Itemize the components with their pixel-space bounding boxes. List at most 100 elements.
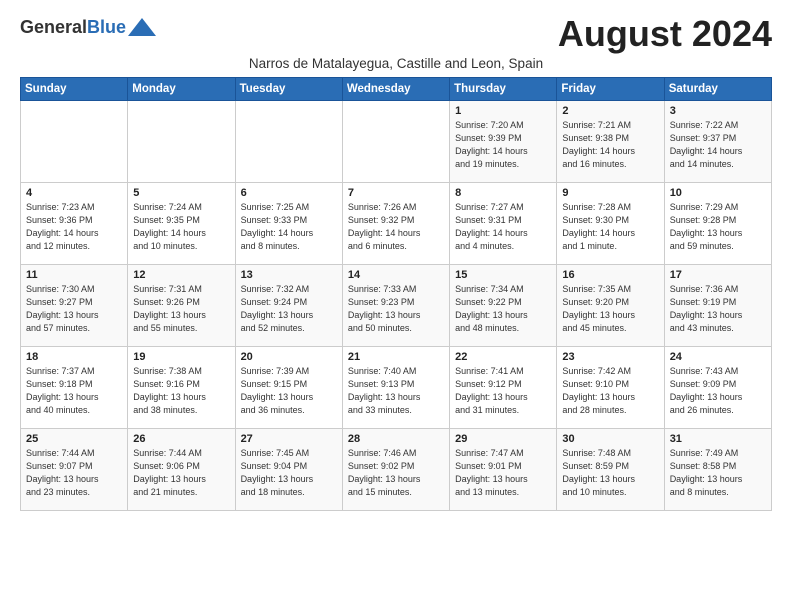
day-cell: 15 Sunrise: 7:34 AM Sunset: 9:22 PM Dayli… bbox=[450, 265, 557, 347]
day-cell: 16 Sunrise: 7:35 AM Sunset: 9:20 PM Dayli… bbox=[557, 265, 664, 347]
day-info: Sunrise: 7:33 AM Sunset: 9:23 PM Dayligh… bbox=[348, 283, 444, 335]
day-cell: 31 Sunrise: 7:49 AM Sunset: 8:58 PM Dayli… bbox=[664, 429, 771, 511]
day-info: Sunrise: 7:29 AM Sunset: 9:28 PM Dayligh… bbox=[670, 201, 766, 253]
day-cell: 1 Sunrise: 7:20 AM Sunset: 9:39 PM Daylig… bbox=[450, 101, 557, 183]
day-cell: 17Sunrise: 7:36 AM Sunset: 9:19 PM Dayli… bbox=[664, 265, 771, 347]
day-cell bbox=[342, 101, 449, 183]
day-cell bbox=[21, 101, 128, 183]
col-tuesday: Tuesday bbox=[235, 78, 342, 101]
day-cell bbox=[235, 101, 342, 183]
day-cell: 5 Sunrise: 7:24 AM Sunset: 9:35 PM Daylig… bbox=[128, 183, 235, 265]
day-cell: 8 Sunrise: 7:27 AM Sunset: 9:31 PM Daylig… bbox=[450, 183, 557, 265]
day-info: Sunrise: 7:27 AM Sunset: 9:31 PM Dayligh… bbox=[455, 201, 551, 253]
day-cell: 25 Sunrise: 7:44 AM Sunset: 9:07 PM Dayli… bbox=[21, 429, 128, 511]
day-number: 3 bbox=[670, 105, 766, 117]
col-saturday: Saturday bbox=[664, 78, 771, 101]
month-title: August 2024 bbox=[558, 16, 772, 52]
day-info: Sunrise: 7:48 AM Sunset: 8:59 PM Dayligh… bbox=[562, 447, 658, 499]
day-number: 26 bbox=[133, 433, 229, 445]
day-number: 15 bbox=[455, 269, 551, 281]
day-info: Sunrise: 7:34 AM Sunset: 9:22 PM Dayligh… bbox=[455, 283, 551, 335]
day-number: 21 bbox=[348, 351, 444, 363]
day-cell: 11Sunrise: 7:30 AM Sunset: 9:27 PM Dayli… bbox=[21, 265, 128, 347]
calendar-table: Sunday Monday Tuesday Wednesday Thursday… bbox=[20, 77, 772, 511]
day-cell bbox=[128, 101, 235, 183]
day-number: 17 bbox=[670, 269, 766, 281]
day-cell: 9 Sunrise: 7:28 AM Sunset: 9:30 PM Daylig… bbox=[557, 183, 664, 265]
day-number: 7 bbox=[348, 187, 444, 199]
day-cell: 14 Sunrise: 7:33 AM Sunset: 9:23 PM Dayli… bbox=[342, 265, 449, 347]
day-info: Sunrise: 7:21 AM Sunset: 9:38 PM Dayligh… bbox=[562, 119, 658, 171]
day-info: Sunrise: 7:28 AM Sunset: 9:30 PM Dayligh… bbox=[562, 201, 658, 253]
page: GeneralBlue August 2024 Narros de Matala… bbox=[0, 0, 792, 521]
day-info: Sunrise: 7:25 AM Sunset: 9:33 PM Dayligh… bbox=[241, 201, 337, 253]
day-number: 14 bbox=[348, 269, 444, 281]
day-number: 16 bbox=[562, 269, 658, 281]
week-row-3: 11Sunrise: 7:30 AM Sunset: 9:27 PM Dayli… bbox=[21, 265, 772, 347]
day-number: 31 bbox=[670, 433, 766, 445]
day-info: Sunrise: 7:22 AM Sunset: 9:37 PM Dayligh… bbox=[670, 119, 766, 171]
subtitle: Narros de Matalayegua, Castille and Leon… bbox=[20, 56, 772, 71]
day-number: 25 bbox=[26, 433, 122, 445]
day-number: 2 bbox=[562, 105, 658, 117]
day-cell: 29 Sunrise: 7:47 AM Sunset: 9:01 PM Dayli… bbox=[450, 429, 557, 511]
day-info: Sunrise: 7:30 AM Sunset: 9:27 PM Dayligh… bbox=[26, 283, 122, 335]
day-info: Sunrise: 7:40 AM Sunset: 9:13 PM Dayligh… bbox=[348, 365, 444, 417]
day-number: 24 bbox=[670, 351, 766, 363]
day-number: 1 bbox=[455, 105, 551, 117]
day-number: 20 bbox=[241, 351, 337, 363]
day-info: Sunrise: 7:44 AM Sunset: 9:07 PM Dayligh… bbox=[26, 447, 122, 499]
day-cell: 3 Sunrise: 7:22 AM Sunset: 9:37 PM Daylig… bbox=[664, 101, 771, 183]
day-number: 18 bbox=[26, 351, 122, 363]
day-cell: 10 Sunrise: 7:29 AM Sunset: 9:28 PM Dayli… bbox=[664, 183, 771, 265]
day-info: Sunrise: 7:20 AM Sunset: 9:39 PM Dayligh… bbox=[455, 119, 551, 171]
day-cell: 24Sunrise: 7:43 AM Sunset: 9:09 PM Dayli… bbox=[664, 347, 771, 429]
day-cell: 6Sunrise: 7:25 AM Sunset: 9:33 PM Daylig… bbox=[235, 183, 342, 265]
header-row: Sunday Monday Tuesday Wednesday Thursday… bbox=[21, 78, 772, 101]
day-number: 8 bbox=[455, 187, 551, 199]
day-number: 10 bbox=[670, 187, 766, 199]
day-cell: 7 Sunrise: 7:26 AM Sunset: 9:32 PM Daylig… bbox=[342, 183, 449, 265]
day-number: 5 bbox=[133, 187, 229, 199]
day-info: Sunrise: 7:41 AM Sunset: 9:12 PM Dayligh… bbox=[455, 365, 551, 417]
day-cell: 20Sunrise: 7:39 AM Sunset: 9:15 PM Dayli… bbox=[235, 347, 342, 429]
day-number: 27 bbox=[241, 433, 337, 445]
day-number: 4 bbox=[26, 187, 122, 199]
col-sunday: Sunday bbox=[21, 78, 128, 101]
day-cell: 13 Sunrise: 7:32 AM Sunset: 9:24 PM Dayli… bbox=[235, 265, 342, 347]
day-info: Sunrise: 7:24 AM Sunset: 9:35 PM Dayligh… bbox=[133, 201, 229, 253]
day-cell: 21 Sunrise: 7:40 AM Sunset: 9:13 PM Dayli… bbox=[342, 347, 449, 429]
logo: GeneralBlue bbox=[20, 16, 156, 38]
header: GeneralBlue August 2024 bbox=[20, 16, 772, 52]
day-number: 13 bbox=[241, 269, 337, 281]
day-number: 9 bbox=[562, 187, 658, 199]
logo-general: GeneralBlue bbox=[20, 18, 126, 36]
day-number: 30 bbox=[562, 433, 658, 445]
day-number: 23 bbox=[562, 351, 658, 363]
day-info: Sunrise: 7:32 AM Sunset: 9:24 PM Dayligh… bbox=[241, 283, 337, 335]
day-cell: 22Sunrise: 7:41 AM Sunset: 9:12 PM Dayli… bbox=[450, 347, 557, 429]
day-cell: 12 Sunrise: 7:31 AM Sunset: 9:26 PM Dayli… bbox=[128, 265, 235, 347]
day-number: 28 bbox=[348, 433, 444, 445]
day-info: Sunrise: 7:49 AM Sunset: 8:58 PM Dayligh… bbox=[670, 447, 766, 499]
day-cell: 2 Sunrise: 7:21 AM Sunset: 9:38 PM Daylig… bbox=[557, 101, 664, 183]
day-info: Sunrise: 7:45 AM Sunset: 9:04 PM Dayligh… bbox=[241, 447, 337, 499]
day-info: Sunrise: 7:31 AM Sunset: 9:26 PM Dayligh… bbox=[133, 283, 229, 335]
day-cell: 26 Sunrise: 7:44 AM Sunset: 9:06 PM Dayli… bbox=[128, 429, 235, 511]
day-info: Sunrise: 7:44 AM Sunset: 9:06 PM Dayligh… bbox=[133, 447, 229, 499]
day-info: Sunrise: 7:38 AM Sunset: 9:16 PM Dayligh… bbox=[133, 365, 229, 417]
day-number: 12 bbox=[133, 269, 229, 281]
day-cell: 19 Sunrise: 7:38 AM Sunset: 9:16 PM Dayli… bbox=[128, 347, 235, 429]
day-cell: 30 Sunrise: 7:48 AM Sunset: 8:59 PM Dayli… bbox=[557, 429, 664, 511]
day-info: Sunrise: 7:23 AM Sunset: 9:36 PM Dayligh… bbox=[26, 201, 122, 253]
day-cell: 18Sunrise: 7:37 AM Sunset: 9:18 PM Dayli… bbox=[21, 347, 128, 429]
week-row-2: 4 Sunrise: 7:23 AM Sunset: 9:36 PM Daylig… bbox=[21, 183, 772, 265]
day-info: Sunrise: 7:46 AM Sunset: 9:02 PM Dayligh… bbox=[348, 447, 444, 499]
day-info: Sunrise: 7:35 AM Sunset: 9:20 PM Dayligh… bbox=[562, 283, 658, 335]
day-info: Sunrise: 7:47 AM Sunset: 9:01 PM Dayligh… bbox=[455, 447, 551, 499]
col-wednesday: Wednesday bbox=[342, 78, 449, 101]
day-info: Sunrise: 7:26 AM Sunset: 9:32 PM Dayligh… bbox=[348, 201, 444, 253]
day-number: 19 bbox=[133, 351, 229, 363]
day-number: 29 bbox=[455, 433, 551, 445]
logo-icon bbox=[128, 16, 156, 38]
